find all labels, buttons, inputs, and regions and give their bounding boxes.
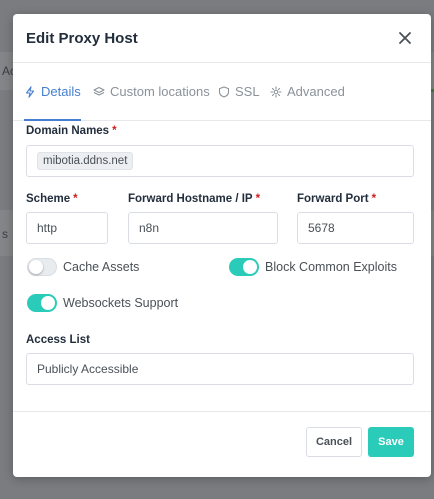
tab-details-label: Details (41, 84, 81, 99)
shield-icon (218, 85, 230, 98)
modal-title: Edit Proxy Host (26, 30, 138, 47)
cancel-button[interactable]: Cancel (306, 427, 362, 457)
block-exploits-label: Block Common Exploits (265, 260, 397, 274)
tab-details[interactable]: Details (24, 63, 81, 121)
access-list-select[interactable]: Publicly Accessible (26, 353, 414, 385)
domain-chip[interactable]: mibotia.ddns.net (37, 152, 134, 170)
switch-knob (243, 260, 257, 274)
layers-icon (93, 86, 105, 96)
save-button[interactable]: Save (368, 427, 414, 457)
block-exploits-toggle[interactable]: Block Common Exploits (229, 258, 397, 276)
required-marker: * (255, 193, 261, 205)
tab-advanced-label: Advanced (287, 84, 345, 99)
websockets-switch[interactable] (27, 294, 57, 312)
required-marker: * (112, 125, 117, 137)
scheme-value: http (37, 221, 58, 235)
background-fragment-mid: s (2, 227, 8, 241)
switch-knob (41, 296, 55, 310)
tab-advanced[interactable]: Advanced (270, 63, 345, 120)
forward-hostname-value: n8n (139, 221, 160, 235)
forward-hostname-input[interactable]: n8n (128, 212, 278, 244)
domain-names-label: Domain Names * (26, 125, 117, 137)
cache-assets-label: Cache Assets (63, 260, 140, 274)
required-marker: * (73, 193, 78, 205)
access-list-label: Access List (26, 334, 90, 346)
domain-names-input[interactable]: mibotia.ddns.net (26, 145, 414, 177)
cache-assets-switch[interactable] (27, 258, 57, 276)
modal-header: Edit Proxy Host (13, 14, 431, 63)
forward-port-label: Forward Port * (297, 193, 377, 205)
required-marker: * (371, 193, 377, 205)
block-exploits-switch[interactable] (229, 258, 259, 276)
forward-port-input[interactable]: 5678 (297, 212, 414, 244)
access-list-value: Publicly Accessible (37, 362, 139, 376)
tab-custom-locations[interactable]: Custom locations (93, 63, 210, 120)
cache-assets-toggle[interactable]: Cache Assets (27, 258, 139, 276)
websockets-toggle[interactable]: Websockets Support (27, 294, 178, 312)
edit-proxy-host-dialog: Edit Proxy Host Details Custom locations… (13, 14, 431, 477)
websockets-label: Websockets Support (63, 296, 179, 310)
gear-icon (270, 85, 282, 98)
close-icon (399, 32, 411, 44)
close-button[interactable] (395, 28, 415, 48)
scheme-label: Scheme * (26, 193, 78, 205)
tab-ssl[interactable]: SSL (218, 63, 260, 120)
scheme-input[interactable]: http (26, 212, 108, 244)
tab-bar: Details Custom locations SSL Advanced (13, 63, 431, 121)
switch-knob (29, 260, 43, 274)
forward-port-value: 5678 (308, 221, 335, 235)
tab-ssl-label: SSL (235, 84, 260, 99)
tab-custom-locations-label: Custom locations (110, 84, 210, 99)
bolt-icon (25, 85, 35, 98)
forward-hostname-label: Forward Hostname / IP * (128, 193, 261, 205)
